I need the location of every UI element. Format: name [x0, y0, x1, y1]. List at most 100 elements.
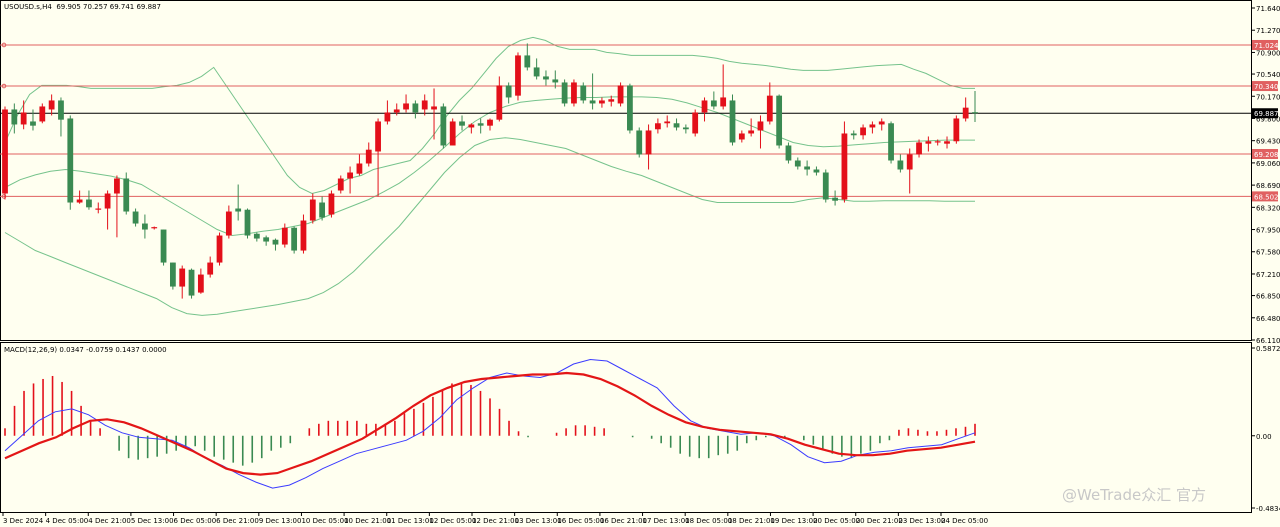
candle-body [561, 82, 568, 104]
candle-body [748, 130, 755, 134]
level-label: 69.208 [1254, 151, 1279, 159]
candle-body [850, 133, 857, 136]
price-tick-label: 66.480 [1256, 315, 1280, 323]
candle-body [552, 79, 559, 83]
candle-body [710, 100, 717, 107]
price-tick-label: 70.170 [1256, 93, 1280, 101]
time-tick-label: 19 Dec 13:00 [770, 517, 817, 525]
candle-body [897, 160, 904, 170]
candle-body [906, 154, 913, 170]
candle-body [673, 123, 680, 128]
candle-body [599, 100, 605, 104]
candle-body [477, 123, 484, 126]
candle-body [468, 124, 475, 128]
candle-body [225, 211, 232, 236]
chart-title: USOUSD.s,H4 69.905 70.257 69.741 69.887 [4, 3, 161, 11]
candle-body [832, 197, 838, 201]
time-tick-label: 11 Dec 13:00 [387, 517, 434, 525]
candle-body [944, 141, 950, 144]
candle-body [39, 106, 46, 122]
macd-title: MACD(12,26,9) 0.0347 -0.0759 0.1437 0.00… [4, 346, 167, 354]
candle-body [645, 130, 652, 155]
candle-body [300, 220, 307, 251]
candle-body [169, 262, 176, 287]
candle-body [95, 208, 102, 210]
level-label: 70.340 [1254, 83, 1279, 91]
time-tick-label: 4 Dec 21:00 [88, 517, 131, 525]
candle-body [766, 95, 773, 122]
candle-body [67, 118, 74, 203]
candle-body [934, 141, 941, 143]
candle-body [431, 106, 437, 110]
candle-body [636, 130, 643, 155]
chart-canvas: 71.02470.34069.20868.50269.887 71.64071.… [0, 0, 1280, 527]
candle-body [30, 121, 36, 126]
ohlc-readout: 69.905 70.257 69.741 69.887 [56, 3, 161, 11]
candle-body [403, 103, 409, 110]
candle-body [580, 85, 587, 101]
candle-body [2, 109, 8, 194]
candle-body [916, 142, 922, 155]
candle-body [281, 227, 288, 245]
candle-body [263, 237, 270, 242]
candle-body [617, 85, 624, 104]
candle-body [776, 95, 783, 146]
candle-body [58, 100, 64, 120]
candle-body [738, 133, 745, 140]
candle-body [104, 193, 111, 209]
candle-body [197, 274, 204, 293]
candle-body [524, 55, 531, 68]
level-label: 68.502 [1254, 193, 1279, 201]
candle-body [813, 169, 820, 173]
candle-body [972, 112, 978, 114]
price-tick-label: 70.540 [1256, 71, 1280, 79]
candle-body [328, 193, 335, 215]
candle-body [841, 133, 848, 200]
macd-tick-label: 0.5872 [1256, 345, 1280, 353]
candle-body [785, 145, 792, 161]
candle-body [804, 166, 811, 170]
time-tick-label: 3 Dec 2024 [3, 517, 44, 525]
candle-body [794, 160, 801, 167]
candle-body [757, 121, 764, 131]
time-tick-label: 10 Dec 21:00 [344, 517, 391, 525]
price-tick-label: 67.210 [1256, 271, 1280, 279]
price-tick-label: 66.850 [1256, 293, 1280, 301]
candle-body [384, 112, 391, 122]
candle-body [114, 178, 120, 194]
candle-body [571, 82, 577, 104]
time-tick-label: 24 Dec 05:00 [941, 517, 988, 525]
candle-body [543, 76, 549, 80]
background [0, 0, 1280, 527]
candle-body [160, 229, 167, 263]
candle-body [692, 112, 699, 134]
candle-body [608, 99, 615, 102]
candle-body [860, 127, 866, 136]
candle-body [869, 124, 876, 128]
time-tick-label: 12 Dec 21:00 [472, 517, 519, 525]
price-tick-label: 69.060 [1256, 160, 1280, 168]
price-tick-label: 67.950 [1256, 227, 1280, 235]
candle-body [375, 121, 381, 152]
candle-body [216, 235, 223, 263]
candle-body [627, 85, 633, 131]
candle-body [393, 109, 400, 113]
price-tick-label: 68.690 [1256, 182, 1280, 190]
candle-body [179, 268, 186, 287]
candle-body [291, 227, 298, 251]
candle-body [244, 209, 251, 236]
candle-body [412, 103, 419, 113]
candle-body [953, 118, 960, 142]
macd-tick-label: 0.00 [1256, 433, 1272, 441]
candle-body [347, 172, 353, 179]
candle-body [132, 211, 139, 224]
time-tick-label: 10 Dec 05:00 [301, 517, 348, 525]
candle-body [86, 199, 92, 208]
price-tick-label: 66.110 [1256, 337, 1280, 345]
candle-body [515, 55, 521, 96]
time-tick-label: 20 Dec 21:00 [856, 517, 903, 525]
candle-body [664, 121, 671, 124]
candle-body [925, 141, 932, 144]
candle-body [459, 121, 465, 126]
candle-body [188, 269, 195, 296]
